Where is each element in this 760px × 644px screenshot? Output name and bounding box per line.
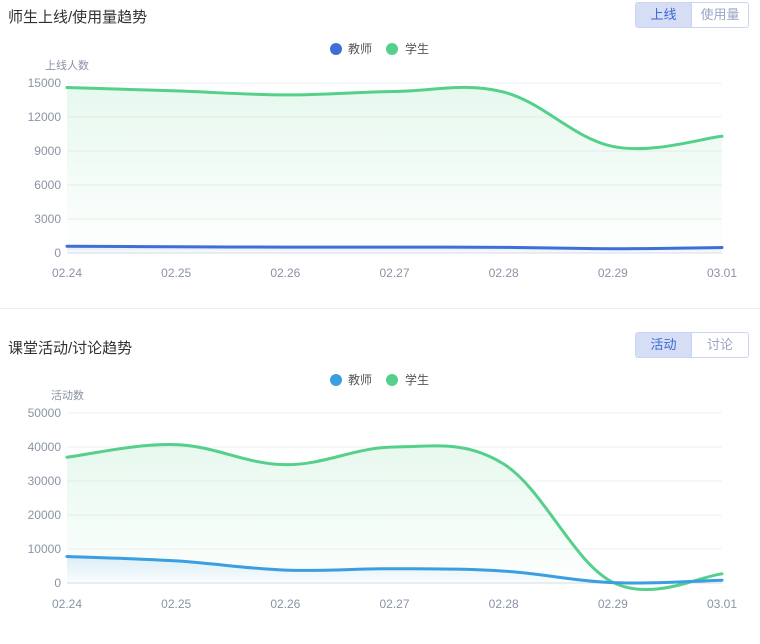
x-tick-label: 02.28: [489, 266, 519, 280]
x-tick-label: 03.01: [707, 266, 737, 280]
legend-label: 学生: [405, 372, 429, 387]
legend-marker: [330, 374, 342, 386]
x-tick-label: 02.29: [598, 597, 628, 611]
x-tick-label: 02.25: [161, 597, 191, 611]
online-trend-panel: 师生上线/使用量趋势 上线 使用量 0 3000 6000 9000 12000 1500…: [0, 0, 760, 310]
y-tick-label: 15000: [28, 76, 62, 90]
x-tick-label: 02.28: [489, 597, 519, 611]
chart-legend: 教师 学生: [330, 41, 429, 56]
x-tick-label: 02.26: [270, 597, 300, 611]
series-area-student: [67, 87, 722, 253]
discussion-tab[interactable]: 讨论: [691, 333, 748, 357]
x-tick-label: 02.26: [270, 266, 300, 280]
usage-tab[interactable]: 使用量: [691, 3, 748, 27]
activity-trend-panel: 课堂活动/讨论趋势 活动 讨论 0 10000 20000 30000 40000 500…: [0, 330, 760, 644]
legend-label: 教师: [348, 372, 372, 387]
legend-label: 教师: [348, 41, 372, 56]
x-tick-label: 03.01: [707, 597, 737, 611]
x-tick-label: 02.25: [161, 266, 191, 280]
y-tick-label: 30000: [28, 474, 62, 488]
x-tick-label: 02.27: [379, 266, 409, 280]
y-tick-label: 9000: [34, 144, 61, 158]
x-tick-label: 02.29: [598, 266, 628, 280]
y-tick-label: 12000: [28, 110, 62, 124]
panel-title: 师生上线/使用量趋势: [8, 9, 148, 26]
y-tick-label: 40000: [28, 440, 62, 454]
x-tick-label: 02.24: [52, 266, 82, 280]
activity-toggle: 活动 讨论: [635, 332, 749, 358]
online-toggle: 上线 使用量: [635, 2, 749, 28]
online-tab[interactable]: 上线: [636, 3, 691, 27]
y-tick-label: 0: [54, 246, 61, 260]
y-tick-label: 3000: [34, 212, 61, 226]
activity-trend-chart: 0 10000 20000 30000 40000 50000 活动数 02.24 02.25 0…: [28, 372, 738, 611]
x-tick-label: 02.24: [52, 597, 82, 611]
y-tick-label: 10000: [28, 542, 62, 556]
chart-legend: 教师 学生: [330, 372, 429, 387]
x-tick-label: 02.27: [379, 597, 409, 611]
y-tick-label: 6000: [34, 178, 61, 192]
panel-title: 课堂活动/讨论趋势: [8, 340, 133, 357]
legend-marker: [330, 43, 342, 55]
y-axis-label: 上线人数: [45, 58, 89, 72]
legend-label: 学生: [405, 41, 429, 56]
section-divider: [0, 308, 760, 309]
y-axis-label: 活动数: [51, 389, 84, 402]
legend-marker: [386, 43, 398, 55]
activity-tab[interactable]: 活动: [636, 333, 691, 357]
legend-marker: [386, 374, 398, 386]
online-trend-chart: 0 3000 6000 9000 12000 15000 上线人数 02.24 02.25 02.…: [28, 41, 738, 280]
y-tick-label: 50000: [28, 406, 62, 420]
y-tick-label: 0: [54, 576, 61, 590]
y-tick-label: 20000: [28, 508, 62, 522]
